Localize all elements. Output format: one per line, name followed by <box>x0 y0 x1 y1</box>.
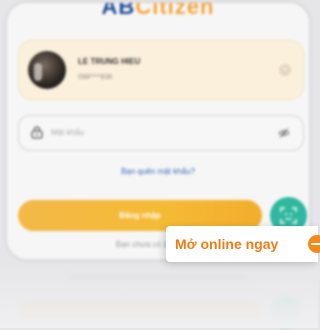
logo-prefix: AB <box>101 3 136 19</box>
password-placeholder: Mật khẩu <box>51 128 84 137</box>
app-logo: ABCitizen <box>7 3 309 20</box>
arrow-icon <box>308 235 320 253</box>
account-name: LE TRUNG HIEU <box>78 57 141 66</box>
login-card: ABCitizen LE TRUNG HIEU 098****836 × Mật… <box>7 3 309 259</box>
cta-label: Mở online ngay <box>175 236 279 252</box>
lock-icon <box>31 126 43 139</box>
account-phone: 098****836 <box>78 74 113 81</box>
password-field[interactable]: Mật khẩu <box>18 115 304 151</box>
remove-account-icon[interactable]: × <box>279 64 291 76</box>
open-online-cta[interactable]: Mở online ngay <box>166 226 320 262</box>
forgot-password-link[interactable]: Bạn quên mật khẩu? <box>7 167 309 176</box>
eye-off-icon[interactable] <box>278 127 290 139</box>
logo-suffix: Citizen <box>135 3 215 19</box>
bottom-fade <box>0 260 318 328</box>
avatar <box>28 51 66 89</box>
saved-account-card[interactable]: LE TRUNG HIEU 098****836 × <box>18 40 304 100</box>
